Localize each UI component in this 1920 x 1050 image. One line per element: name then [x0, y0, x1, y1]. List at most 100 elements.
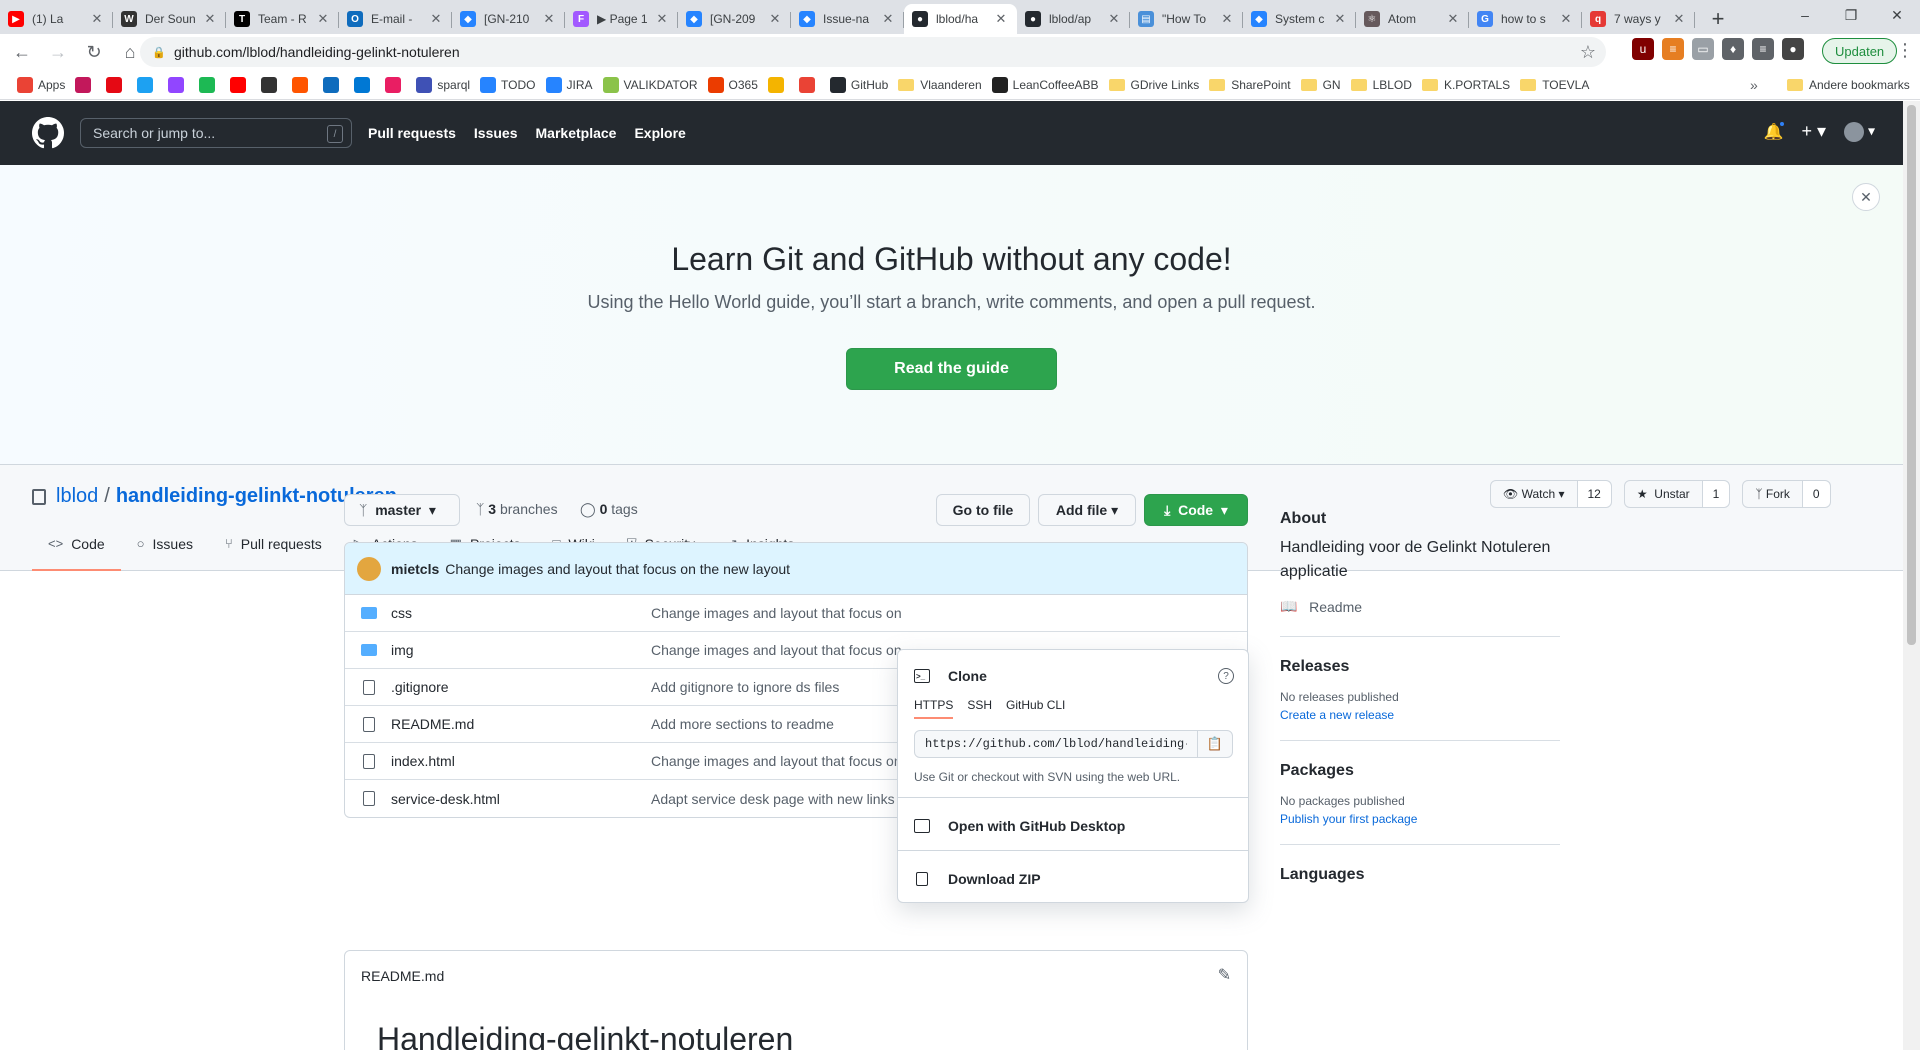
- maximize-icon[interactable]: ❐: [1828, 0, 1874, 30]
- bookmark-item[interactable]: [225, 73, 256, 97]
- tab-close-icon[interactable]: ✕: [1671, 11, 1687, 27]
- bookmark-item[interactable]: GitHub: [825, 73, 893, 97]
- browser-tab[interactable]: ● lblod/ha ✕: [904, 4, 1017, 34]
- bookmark-item[interactable]: K.PORTALS: [1417, 73, 1515, 97]
- new-tab-button[interactable]: +: [1701, 4, 1735, 34]
- tab-close-icon[interactable]: ✕: [1332, 11, 1348, 27]
- code-button[interactable]: ⤓ Code ▾: [1144, 494, 1248, 526]
- create-release-link[interactable]: Create a new release: [1280, 708, 1394, 722]
- close-icon[interactable]: ✕: [1852, 183, 1880, 211]
- bookmark-item[interactable]: GN: [1296, 73, 1346, 97]
- tags-link[interactable]: ◯ 0 tags: [580, 501, 638, 518]
- tab-close-icon[interactable]: ✕: [202, 11, 218, 27]
- file-commit-message[interactable]: Add gitignore to ignore ds files: [651, 679, 901, 695]
- bookmark-item[interactable]: [70, 73, 101, 97]
- branch-selector[interactable]: ᛉ master ▾: [344, 494, 460, 526]
- watch-button[interactable]: 👁 Watch ▾: [1491, 481, 1577, 507]
- file-name-link[interactable]: .gitignore: [391, 679, 651, 695]
- browser-tab[interactable]: ● lblod/ap ✕: [1017, 4, 1130, 34]
- tab-close-icon[interactable]: ✕: [767, 11, 783, 27]
- bookmark-item[interactable]: VALIKDATOR: [598, 73, 703, 97]
- browser-tab[interactable]: ▤ "How To ✕: [1130, 4, 1243, 34]
- browser-tab[interactable]: ◆ Issue-na ✕: [791, 4, 904, 34]
- file-commit-message[interactable]: Add more sections to readme: [651, 716, 901, 732]
- fork-button[interactable]: ᛉ Fork: [1743, 481, 1802, 507]
- puzzle-icon[interactable]: ♦: [1722, 38, 1744, 60]
- go-to-file-button[interactable]: Go to file: [936, 494, 1030, 526]
- file-name-link[interactable]: service-desk.html: [391, 791, 651, 807]
- close-window-icon[interactable]: ✕: [1874, 0, 1920, 30]
- browser-tab[interactable]: ◆ [GN-210 ✕: [452, 4, 565, 34]
- tab-close-icon[interactable]: ✕: [1219, 11, 1235, 27]
- repo-owner-link[interactable]: lblod: [56, 485, 98, 508]
- bookmark-item[interactable]: GDrive Links: [1104, 73, 1205, 97]
- file-name-link[interactable]: index.html: [391, 753, 651, 769]
- bookmark-item[interactable]: [101, 73, 132, 97]
- clipboard-copy-icon[interactable]: 📋: [1197, 730, 1233, 758]
- tab-close-icon[interactable]: ✕: [541, 11, 557, 27]
- releases-heading[interactable]: Releases: [1280, 658, 1349, 676]
- file-name-link[interactable]: img: [391, 642, 651, 658]
- url-text[interactable]: github.com/lblod/handleiding-gelinkt-not…: [174, 44, 460, 60]
- tab-issues[interactable]: ○ Issues: [121, 518, 209, 571]
- bookmark-item[interactable]: [763, 73, 794, 97]
- tab-close-icon[interactable]: ✕: [1445, 11, 1461, 27]
- tab-ssh[interactable]: SSH: [967, 698, 992, 719]
- user-avatar-menu[interactable]: ▾: [1844, 121, 1875, 142]
- bookmark-item[interactable]: [349, 73, 380, 97]
- create-new-plus-icon[interactable]: + ▾: [1802, 121, 1827, 142]
- tab-close-icon[interactable]: ✕: [315, 11, 331, 27]
- browser-tab[interactable]: q 7 ways y ✕: [1582, 4, 1695, 34]
- star-count[interactable]: 1: [1701, 481, 1730, 507]
- bookmark-item[interactable]: TODO: [475, 73, 540, 97]
- forward-icon[interactable]: →: [44, 38, 72, 66]
- bookmark-item[interactable]: [256, 73, 287, 97]
- ublock-icon[interactable]: u: [1632, 38, 1654, 60]
- publish-package-link[interactable]: Publish your first package: [1280, 812, 1417, 826]
- fork-count[interactable]: 0: [1801, 481, 1830, 507]
- bookmark-item[interactable]: Vlaanderen: [893, 73, 986, 97]
- unstar-button[interactable]: ★ Unstar: [1625, 481, 1702, 507]
- bookmark-item[interactable]: TOEVLA: [1515, 73, 1594, 97]
- tab-code[interactable]: <> Code: [32, 518, 121, 571]
- browser-tab[interactable]: ⚛ Atom ✕: [1356, 4, 1469, 34]
- file-name-link[interactable]: README.md: [391, 716, 651, 732]
- browser-tab[interactable]: ▶ (1) La ✕: [0, 4, 113, 34]
- packages-heading[interactable]: Packages: [1280, 762, 1354, 780]
- nav-explore[interactable]: Explore: [634, 125, 685, 141]
- profile-avatar-icon[interactable]: ●: [1782, 38, 1804, 60]
- bookmarks-overflow-icon[interactable]: »: [1750, 77, 1758, 93]
- browser-tab[interactable]: F ▶ Page 1 ✕: [565, 4, 678, 34]
- tab-close-icon[interactable]: ✕: [880, 11, 896, 27]
- commit-message[interactable]: Change images and layout that focus on t…: [445, 561, 790, 577]
- reload-icon[interactable]: ↻: [80, 38, 108, 66]
- avatar[interactable]: [357, 556, 381, 581]
- tab-close-icon[interactable]: ✕: [993, 11, 1009, 27]
- reading-list-icon[interactable]: ≡: [1752, 38, 1774, 60]
- github-logo-icon[interactable]: [32, 117, 64, 149]
- bookmark-item[interactable]: LeanCoffeeABB: [987, 73, 1104, 97]
- back-icon[interactable]: ←: [8, 38, 36, 66]
- bookmark-item[interactable]: [794, 73, 825, 97]
- cast-icon[interactable]: ▭: [1692, 38, 1714, 60]
- tab-close-icon[interactable]: ✕: [428, 11, 444, 27]
- edit-pencil-icon[interactable]: ✎: [1218, 965, 1231, 985]
- file-commit-message[interactable]: Change images and layout that focus on: [651, 753, 901, 769]
- watch-count[interactable]: 12: [1576, 481, 1611, 507]
- bookmark-item[interactable]: sparql: [411, 73, 475, 97]
- scrollbar-thumb[interactable]: [1907, 105, 1916, 645]
- audio-extension-icon[interactable]: ≡: [1662, 38, 1684, 60]
- readme-header[interactable]: README.md: [345, 951, 1247, 1001]
- browser-tab[interactable]: ◆ [GN-209 ✕: [678, 4, 791, 34]
- bookmark-item[interactable]: JIRA: [541, 73, 598, 97]
- add-file-button[interactable]: Add file ▾: [1038, 494, 1136, 526]
- tab-https[interactable]: HTTPS: [914, 698, 954, 719]
- help-icon[interactable]: ?: [1218, 668, 1234, 684]
- read-guide-button[interactable]: Read the guide: [846, 348, 1057, 390]
- bookmark-item[interactable]: [318, 73, 349, 97]
- file-name-link[interactable]: css: [391, 605, 651, 621]
- file-commit-message[interactable]: Change images and layout that focus on: [651, 605, 901, 621]
- file-commit-message[interactable]: Change images and layout that focus on: [651, 642, 901, 658]
- minimize-icon[interactable]: –: [1782, 0, 1828, 30]
- browser-tab[interactable]: ◆ System c ✕: [1243, 4, 1356, 34]
